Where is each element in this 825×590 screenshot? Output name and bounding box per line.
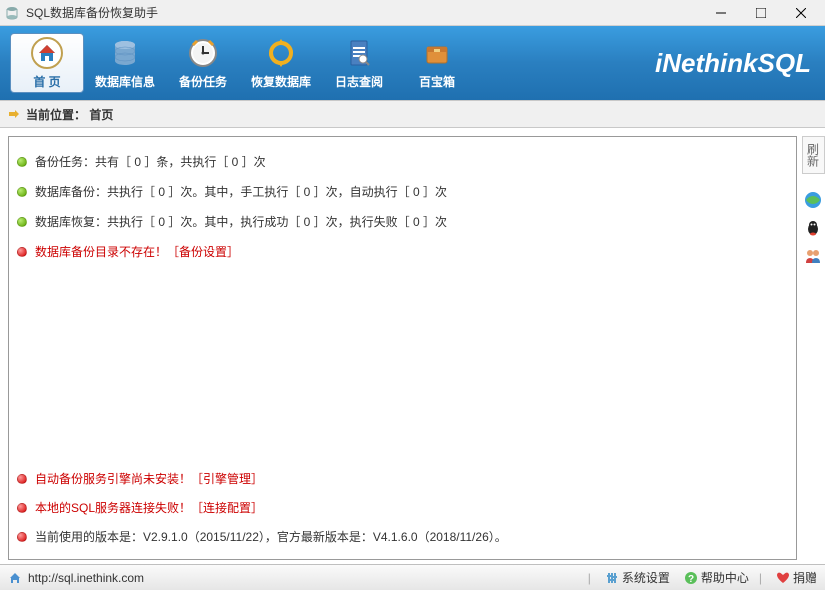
minimize-button[interactable] xyxy=(701,0,741,26)
side-strip: 刷新 xyxy=(801,128,825,564)
content-pane: 备份任务：共有［ 0 ］条，共执行［ 0 ］次 数据库备份：共执行［ 0 ］次。… xyxy=(8,136,797,560)
toolbar-toolbox[interactable]: 百宝箱 xyxy=(400,33,474,93)
refresh-button[interactable]: 刷新 xyxy=(802,136,825,174)
status-row: 数据库备份目录不存在！［备份设置］ xyxy=(17,237,788,267)
qq-icon[interactable] xyxy=(804,219,822,237)
green-dot-icon xyxy=(17,217,27,227)
toolbar-log[interactable]: 日志查阅 xyxy=(322,33,396,93)
red-dot-icon xyxy=(17,503,27,513)
status-row: 数据库恢复：共执行［ 0 ］次。其中，执行成功［ 0 ］次，执行失败［ 0 ］次 xyxy=(17,207,788,237)
toolbar-dbinfo[interactable]: 数据库信息 xyxy=(88,33,162,93)
close-button[interactable] xyxy=(781,0,821,26)
green-dot-icon xyxy=(17,187,27,197)
red-dot-icon xyxy=(17,532,27,542)
home-icon xyxy=(8,571,22,585)
backup-settings-link[interactable]: ［备份设置］ xyxy=(167,245,239,259)
help-center-link[interactable]: ?帮助中心 xyxy=(684,569,749,586)
brand-logo: iNethinkSQL xyxy=(476,48,825,79)
home-icon xyxy=(31,37,63,69)
red-dot-icon xyxy=(17,247,27,257)
toolbar-home[interactable]: 首 页 xyxy=(10,33,84,93)
app-icon xyxy=(4,5,20,21)
titlebar: SQL数据库备份恢复助手 xyxy=(0,0,825,26)
status-row: 本地的SQL服务器连接失败！［连接配置］ xyxy=(17,493,788,522)
green-dot-icon xyxy=(17,157,27,167)
toolbar: 首 页 数据库信息 备份任务 恢复数据库 日志查阅 百宝箱 iNethinkSQ… xyxy=(0,26,825,100)
hand-icon xyxy=(6,106,22,122)
breadcrumb-page: 首页 xyxy=(89,106,113,123)
maximize-button[interactable] xyxy=(741,0,781,26)
status-row: 数据库备份：共执行［ 0 ］次。其中，手工执行［ 0 ］次，自动执行［ 0 ］次 xyxy=(17,177,788,207)
people-icon[interactable] xyxy=(804,247,822,265)
document-icon xyxy=(343,37,375,69)
svg-text:?: ? xyxy=(688,574,694,585)
database-icon xyxy=(109,37,141,69)
toolbar-backup-task[interactable]: 备份任务 xyxy=(166,33,240,93)
statusbar: http://sql.inethink.com | 系统设置 ?帮助中心 | 捐… xyxy=(0,564,825,590)
url-text[interactable]: http://sql.inethink.com xyxy=(28,571,588,585)
refresh-icon xyxy=(265,37,297,69)
box-icon xyxy=(421,37,453,69)
red-dot-icon xyxy=(17,474,27,484)
status-row: 备份任务：共有［ 0 ］条，共执行［ 0 ］次 xyxy=(17,147,788,177)
main-area: 备份任务：共有［ 0 ］条，共执行［ 0 ］次 数据库备份：共执行［ 0 ］次。… xyxy=(0,128,825,564)
system-settings-link[interactable]: 系统设置 xyxy=(605,569,670,586)
status-row: 当前使用的版本是：V2.9.1.0（2015/11/22），官方最新版本是：V4… xyxy=(17,522,788,551)
clock-icon xyxy=(187,37,219,69)
engine-manage-link[interactable]: ［引擎管理］ xyxy=(191,472,263,486)
conn-config-link[interactable]: ［连接配置］ xyxy=(191,501,263,515)
globe-icon[interactable] xyxy=(804,191,822,209)
status-row: 自动备份服务引擎尚未安装！［引擎管理］ xyxy=(17,464,788,493)
donate-link[interactable]: 捐赠 xyxy=(776,569,817,586)
breadcrumb-label: 当前位置： xyxy=(26,106,86,123)
breadcrumb: 当前位置： 首页 xyxy=(0,100,825,128)
window-title: SQL数据库备份恢复助手 xyxy=(26,4,701,21)
toolbar-restore[interactable]: 恢复数据库 xyxy=(244,33,318,93)
